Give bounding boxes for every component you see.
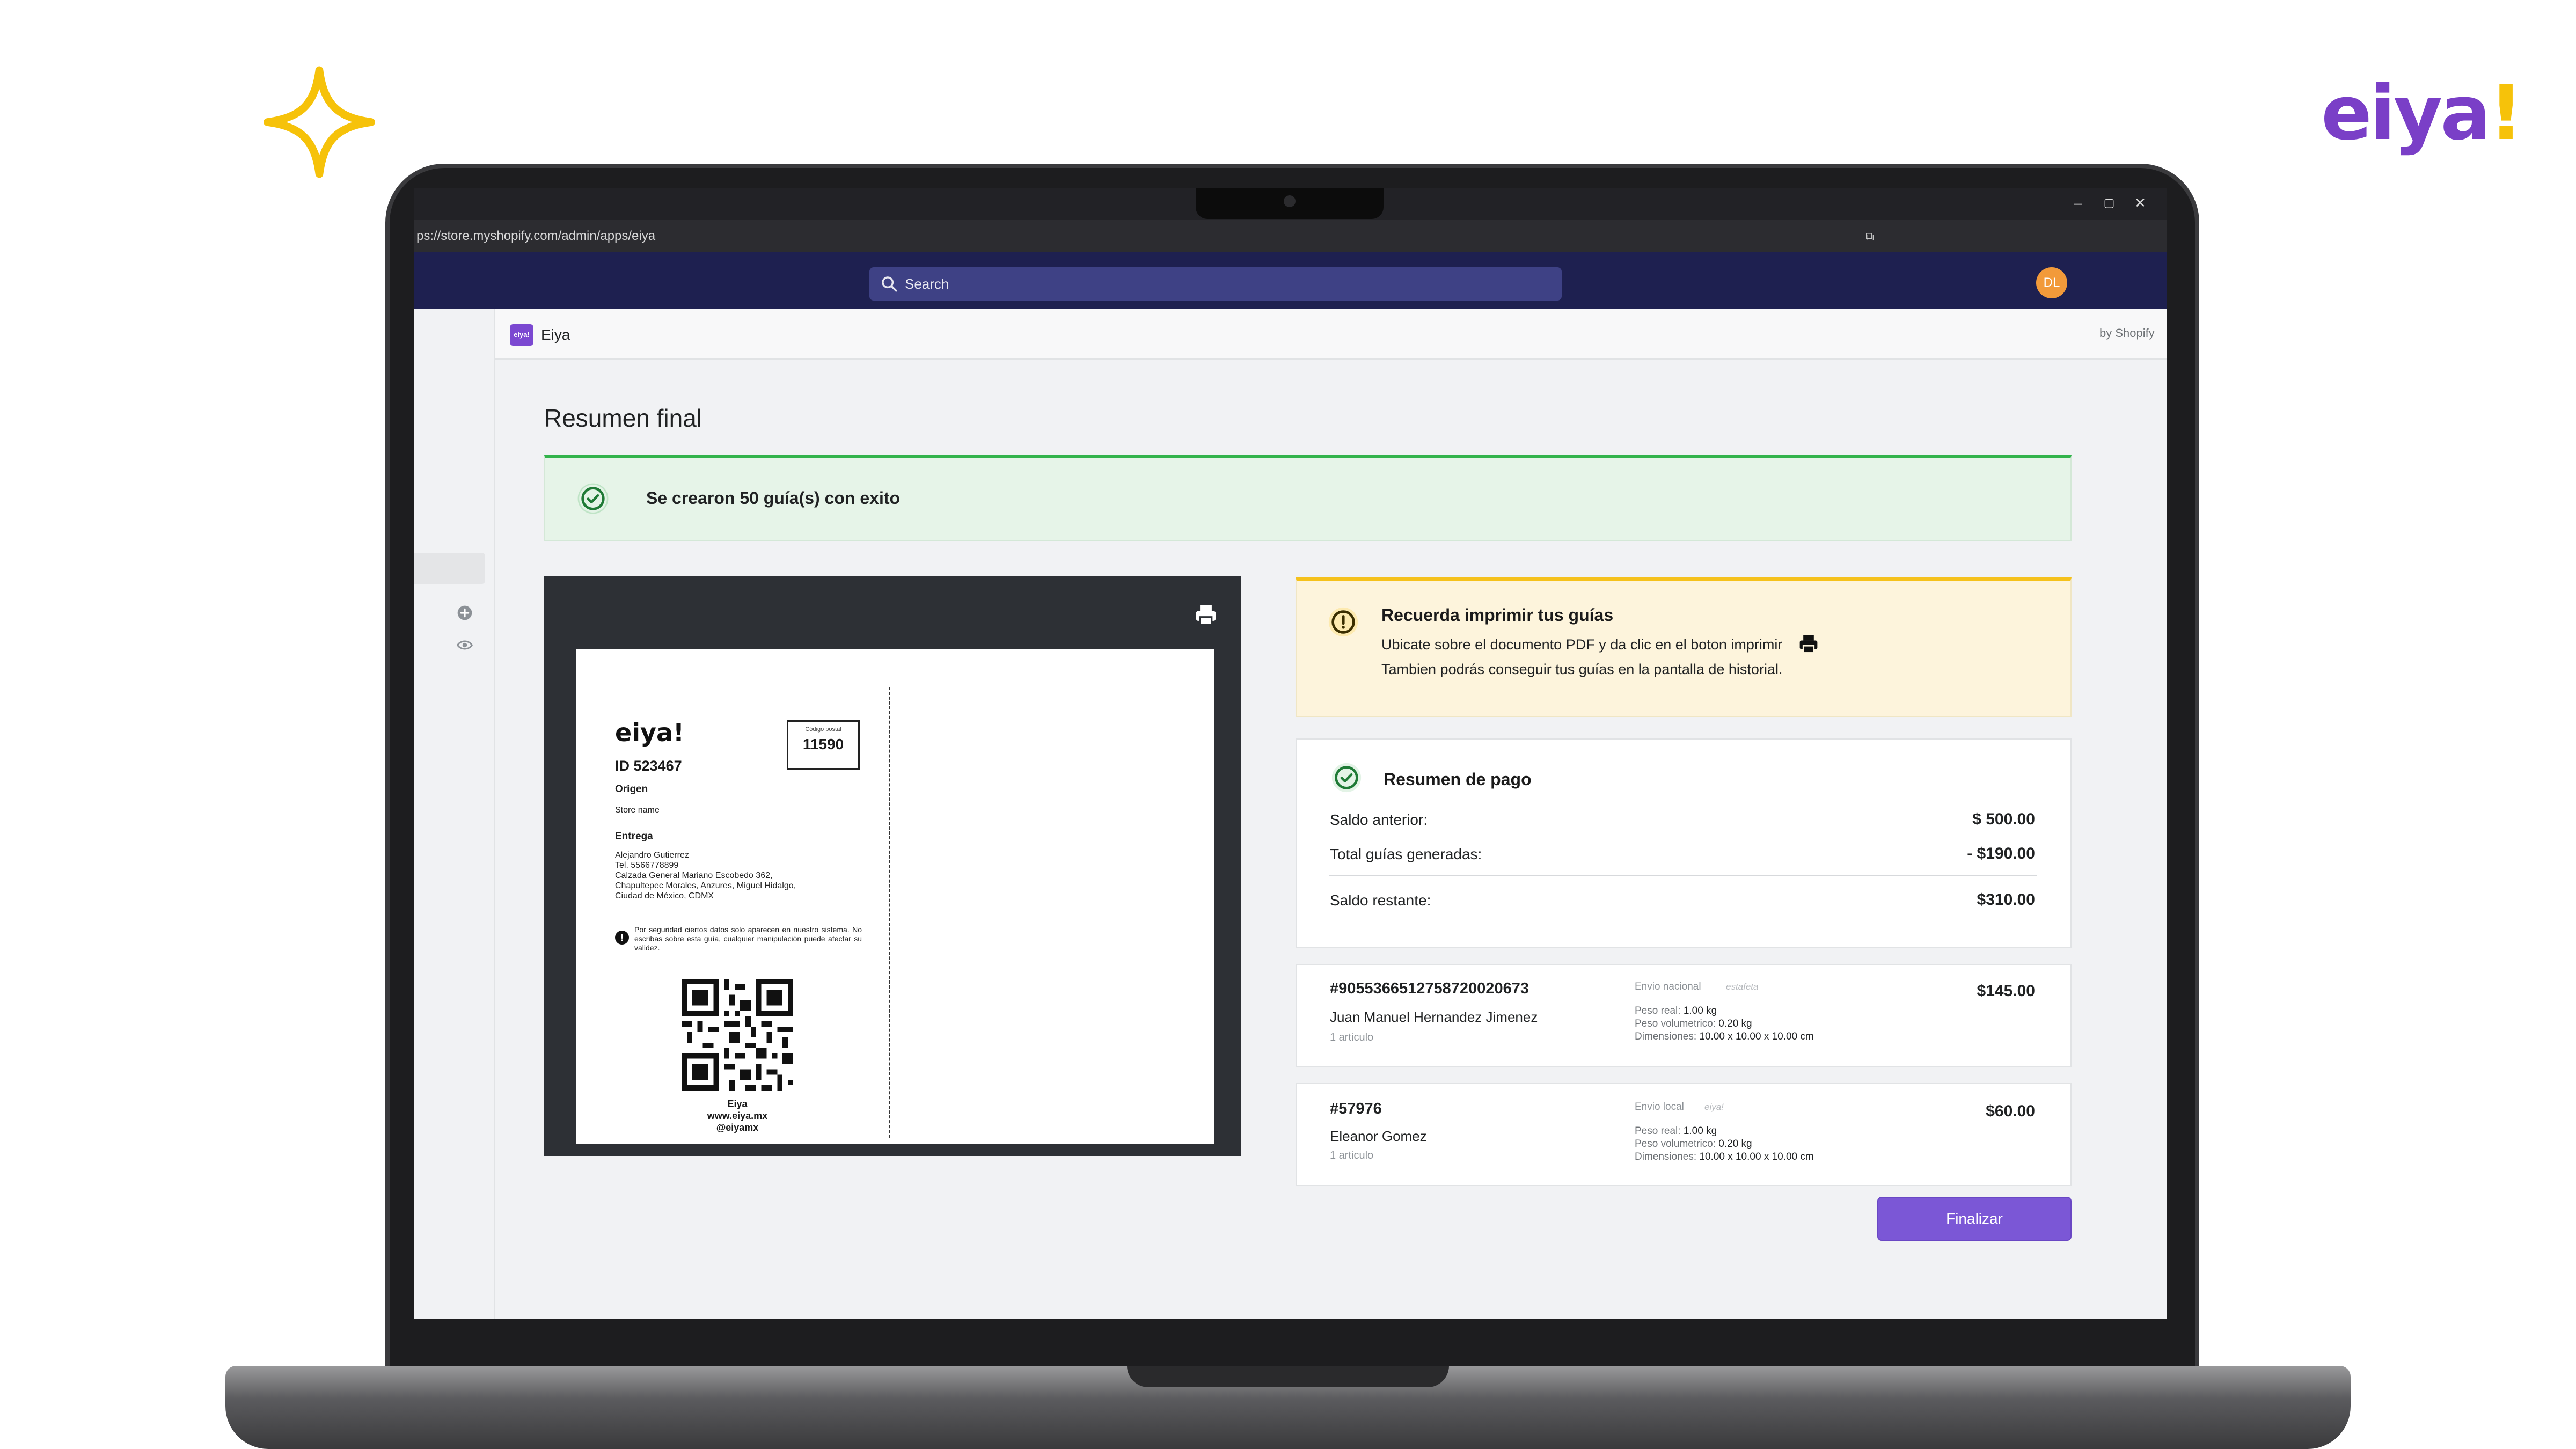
- real-weight: Peso real: 1.00 kg: [1635, 1125, 1717, 1137]
- label-id: ID 523467: [615, 758, 682, 774]
- carrier-logo: estafeta: [1726, 982, 1759, 992]
- brand-logo: eiya!: [2321, 70, 2523, 157]
- shipment-customer: Juan Manuel Hernandez Jimenez: [1330, 1009, 1538, 1025]
- minimize-button[interactable]: –: [2067, 192, 2089, 214]
- previous-balance-label: Saldo anterior:: [1330, 811, 1428, 828]
- info-icon: !: [615, 931, 629, 945]
- label-footer-line: www.eiya.mx: [707, 1110, 768, 1121]
- app-header: [495, 309, 2167, 360]
- origin-heading: Origen: [615, 784, 648, 795]
- app-name: Eiya: [541, 326, 570, 343]
- reminder-title: Recuerda imprimir tus guías: [1381, 605, 1614, 625]
- label-footer-line: @eiyamx: [716, 1122, 759, 1133]
- shipment-service: Envio nacional: [1635, 981, 1701, 992]
- remaining-balance-value: $310.00: [1977, 891, 2035, 909]
- sidebar: [414, 309, 495, 1319]
- total-generated-value: - $190.00: [1967, 845, 2035, 862]
- laptop-hinge: [1127, 1366, 1449, 1387]
- reminder-text: Tambien podrás conseguir tus guías en la…: [1381, 661, 1783, 677]
- label-cut-line: [889, 687, 890, 1138]
- qr-code: [682, 979, 793, 1091]
- avatar[interactable]: DL: [2036, 267, 2067, 298]
- by-shopify-label: by Shopify: [2099, 326, 2155, 340]
- check-circle-icon: [577, 483, 609, 514]
- carrier-logo: eiya!: [1704, 1102, 1724, 1112]
- volumetric-weight: Peso volumetrico: 0.20 kg: [1635, 1018, 1752, 1029]
- delivery-heading: Entrega: [615, 831, 653, 842]
- origin-store-name: Store name: [615, 806, 660, 815]
- print-icon[interactable]: [1194, 604, 1218, 626]
- divider: [1329, 875, 2037, 876]
- shipment-details: Peso real: 1.00 kg Peso volumetrico: 0.2…: [1635, 1005, 1814, 1043]
- label-footer: Eiya www.eiya.mx @eiyamx: [672, 1098, 803, 1133]
- finalize-button[interactable]: Finalizar: [1877, 1197, 2072, 1241]
- camera-icon: [1284, 195, 1296, 207]
- postal-code-value: 11590: [802, 736, 844, 752]
- search-input[interactable]: Search: [869, 267, 1562, 301]
- postal-code-box: Código postal 11590: [787, 720, 860, 770]
- shipment-price: $145.00: [1977, 982, 2035, 1000]
- restore-button[interactable]: ▢: [2098, 192, 2120, 214]
- reminder-text: Ubicate sobre el documento PDF y da clic…: [1381, 636, 1783, 653]
- volumetric-weight: Peso volumetrico: 0.20 kg: [1635, 1138, 1752, 1150]
- eye-icon[interactable]: [456, 636, 473, 654]
- search-icon: [882, 276, 897, 292]
- previous-balance-value: $ 500.00: [1972, 810, 2035, 828]
- shipment-price: $60.00: [1986, 1102, 2035, 1120]
- delivery-line: Chapultepec Morales, Anzures, Miguel Hid…: [615, 881, 796, 890]
- print-icon: [1799, 635, 1818, 654]
- laptop-screen: – ▢ ✕ ps://store.myshopify.com/admin/app…: [414, 188, 2167, 1319]
- delivery-line: Alejandro Gutierrez: [615, 851, 689, 860]
- remaining-balance-label: Saldo restante:: [1330, 892, 1431, 909]
- shipment-customer: Eleanor Gomez: [1330, 1128, 1427, 1144]
- app-icon: eiya!: [510, 324, 533, 346]
- shipment-order-number: #9055366512758720020673: [1330, 980, 1529, 997]
- dimensions: Dimensiones: 10.00 x 10.00 x 10.00 cm: [1635, 1031, 1814, 1042]
- shipment-service: Envio local: [1635, 1101, 1684, 1113]
- real-weight: Peso real: 1.00 kg: [1635, 1005, 1717, 1016]
- postal-code-label: Código postal: [805, 726, 841, 733]
- delivery-address: Alejandro Gutierrez Tel. 5566778899 Calz…: [615, 850, 862, 901]
- close-button[interactable]: ✕: [2129, 192, 2151, 214]
- translate-icon[interactable]: ⧉: [1861, 228, 1879, 246]
- warning-circle-icon: [1328, 607, 1358, 637]
- check-circle-icon: [1331, 763, 1362, 793]
- page-title: Resumen final: [544, 404, 702, 432]
- label-footer-line: Eiya: [727, 1099, 748, 1109]
- dimensions: Dimensiones: 10.00 x 10.00 x 10.00 cm: [1635, 1151, 1814, 1162]
- delivery-line: Ciudad de México, CDMX: [615, 891, 714, 901]
- shipment-details: Peso real: 1.00 kg Peso volumetrico: 0.2…: [1635, 1125, 1814, 1163]
- shipment-order-number: #57976: [1330, 1100, 1382, 1117]
- delivery-line: Tel. 5566778899: [615, 861, 679, 870]
- shipment-items: 1 articulo: [1330, 1150, 1374, 1161]
- success-message: Se crearon 50 guía(s) con exito: [646, 488, 901, 508]
- address-bar[interactable]: ps://store.myshopify.com/admin/apps/eiya: [414, 220, 2167, 252]
- security-note: Por seguridad ciertos datos solo aparece…: [634, 925, 862, 952]
- payment-summary-title: Resumen de pago: [1384, 770, 1532, 789]
- shipment-items: 1 articulo: [1330, 1031, 1374, 1043]
- sidebar-item-selected[interactable]: [414, 553, 485, 584]
- label-logo: eiya!: [615, 718, 684, 747]
- sparkle-icon: [264, 66, 375, 178]
- plus-circle-icon[interactable]: [456, 604, 473, 621]
- total-generated-label: Total guías generadas:: [1330, 846, 1482, 862]
- delivery-line: Calzada General Mariano Escobedo 362,: [615, 871, 773, 880]
